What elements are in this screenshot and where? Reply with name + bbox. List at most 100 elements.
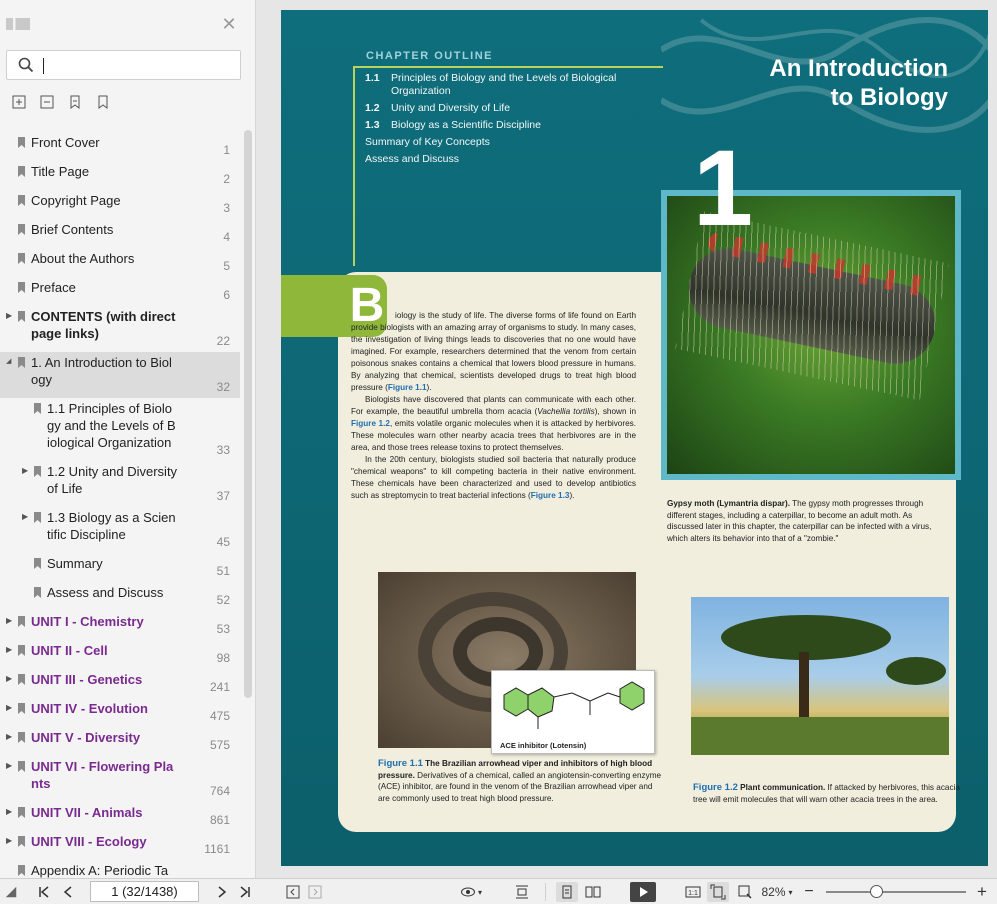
bookmark-page-number: 53 — [216, 622, 230, 636]
bookmark-item[interactable]: ▶ UNIT VI - Flowering Pla nts 764 — [0, 756, 240, 802]
bookmark-page-number: 98 — [216, 651, 230, 665]
corner-resize-icon[interactable] — [4, 882, 18, 902]
bookmark-item[interactable]: Appendix A: Periodic Ta — [0, 860, 240, 878]
app-logo-icon — [6, 18, 30, 30]
expand-arrow-icon[interactable]: ▶ — [6, 733, 14, 741]
expand-arrow-icon[interactable]: ▶ — [6, 704, 14, 712]
savanna-grass — [691, 717, 949, 755]
expand-arrow-icon[interactable]: ▶ — [22, 513, 30, 521]
first-page-icon[interactable] — [35, 882, 53, 902]
zoom-level-dropdown[interactable]: 82% ▾ — [757, 882, 797, 902]
zoom-in-button[interactable]: + — [974, 882, 990, 902]
expand-arrow-icon[interactable]: ▶ — [6, 762, 14, 770]
figure-1-1-link[interactable]: Figure 1.1 — [388, 383, 427, 392]
zoom-select-icon[interactable] — [735, 882, 755, 902]
zoom-slider-handle[interactable] — [870, 885, 884, 898]
bookmark-flag-icon — [34, 512, 41, 523]
two-page-icon[interactable] — [582, 882, 604, 902]
bookmark-item[interactable]: ▶ UNIT V - Diversity 575 — [0, 727, 240, 756]
outline-item: 1.3 Biology as a Scientific Discipline — [365, 119, 635, 132]
bookmark-item[interactable]: ◢ 1. An Introduction to Biol ogy 32 — [0, 352, 240, 398]
bookmark-item[interactable]: Copyright Page 3 — [0, 190, 240, 219]
bookmark-item[interactable]: ▶ 1.2 Unity and Diversity of Life 37 — [0, 461, 240, 507]
expand-arrow-icon[interactable]: ▶ — [6, 675, 14, 683]
bookmark-label: UNIT III - Genetics — [31, 672, 143, 687]
bookmark-item[interactable]: Brief Contents 4 — [0, 219, 240, 248]
fit-width-icon[interactable] — [512, 882, 532, 902]
bookmark-item[interactable]: About the Authors 5 — [0, 248, 240, 277]
back-view-icon[interactable] — [284, 882, 302, 902]
bookmark-label: 1.2 Unity and Diversity of Life — [47, 464, 178, 496]
collapse-all-icon[interactable] — [38, 93, 56, 111]
bookmark-flag-icon — [34, 403, 41, 414]
zoom-out-button[interactable]: − — [801, 882, 817, 902]
fit-page-icon[interactable] — [707, 882, 729, 902]
read-mode-icon[interactable]: ▾ — [456, 882, 486, 902]
figure-1-2-link[interactable]: Figure 1.2 — [351, 419, 390, 428]
ace-inhibitor-structure: ACE inhibitor (Lotensin) — [491, 670, 655, 754]
expand-arrow-icon[interactable]: ▶ — [6, 617, 14, 625]
zoom-slider-track[interactable] — [826, 891, 966, 893]
bookmark-icon[interactable] — [94, 93, 112, 111]
bookmark-item[interactable]: ▶ UNIT IV - Evolution 475 — [0, 698, 240, 727]
next-page-icon[interactable] — [213, 882, 231, 902]
bookmark-flag-icon — [34, 587, 41, 598]
expand-arrow-icon[interactable]: ▶ — [6, 646, 14, 654]
single-page-icon[interactable] — [556, 882, 578, 902]
outline-item-number: 1.1 — [365, 72, 380, 84]
bookmark-label: CONTENTS (with direct page links) — [31, 309, 176, 341]
ace-inhibitor-label: ACE inhibitor (Lotensin) — [500, 741, 587, 750]
bookmark-item[interactable]: Summary 51 — [0, 553, 240, 582]
expand-arrow-icon[interactable]: ▶ — [22, 467, 30, 475]
bookmark-item[interactable]: ▶ UNIT VII - Animals 861 — [0, 802, 240, 831]
sidebar-scrollbar[interactable] — [244, 130, 252, 698]
bookmark-item[interactable]: Front Cover 1 — [0, 132, 240, 161]
bookmark-item[interactable]: ▶ 1.3 Biology as a Scien tific Discipline 4… — [0, 507, 240, 553]
moth-caption-title: Gypsy moth (Lymantria dispar). — [667, 499, 790, 508]
bookmark-item[interactable]: Preface 6 — [0, 277, 240, 306]
last-page-icon[interactable] — [236, 882, 254, 902]
outline-item-text: Unity and Diversity of Life — [391, 102, 511, 114]
slideshow-play-icon[interactable] — [630, 882, 656, 902]
bookmark-label: Copyright Page — [31, 193, 121, 208]
bookmark-item[interactable]: 1.1 Principles of Biolo gy and the Levels… — [0, 398, 240, 461]
chapter-outline-heading: CHAPTER OUTLINE — [366, 50, 493, 62]
page-number-input[interactable]: 1 (32/1438) — [90, 881, 199, 902]
bookmark-label: UNIT I - Chemistry — [31, 614, 144, 629]
previous-page-icon[interactable] — [59, 882, 77, 902]
bookmark-flag-icon — [18, 253, 25, 264]
expand-all-icon[interactable] — [10, 93, 28, 111]
bookmark-item[interactable]: ▶ UNIT VIII - Ecology 1161 — [0, 831, 240, 860]
forward-view-icon[interactable] — [306, 882, 324, 902]
bookmark-label: Assess and Discuss — [47, 585, 164, 600]
svg-text:1:1: 1:1 — [688, 890, 698, 897]
moth-caption: Gypsy moth (Lymantria dispar). The gypsy… — [667, 498, 942, 544]
bookmark-flag-icon — [18, 761, 25, 772]
outline-item: 1.2 Unity and Diversity of Life — [365, 102, 635, 115]
chevron-down-icon: ▾ — [788, 887, 793, 897]
outline-item-text: Biology as a Scientific Discipline — [391, 119, 541, 131]
collapse-arrow-icon[interactable]: ◢ — [6, 358, 14, 366]
bookmark-item[interactable]: ▶ CONTENTS (with direct page links) 22 — [0, 306, 240, 352]
bookmark-item[interactable]: ▶ UNIT II - Cell 98 — [0, 640, 240, 669]
document-viewer[interactable]: CHAPTER OUTLINE 1.1 Principles of Biology… — [256, 0, 997, 878]
expand-arrow-icon[interactable]: ▶ — [6, 837, 14, 845]
figure-1-1-text: Derivatives of a chemical, called an ang… — [378, 770, 662, 803]
actual-size-icon[interactable]: 1:1 — [684, 882, 702, 902]
bookmark-item[interactable]: ▶ UNIT III - Genetics 241 — [0, 669, 240, 698]
search-input[interactable] — [6, 50, 241, 80]
add-bookmark-icon[interactable] — [66, 93, 84, 111]
close-sidebar-icon[interactable]: ✕ — [220, 15, 238, 33]
bookmark-flag-icon — [18, 311, 25, 322]
expand-arrow-icon[interactable]: ▶ — [6, 312, 14, 320]
expand-arrow-icon[interactable]: ▶ — [6, 808, 14, 816]
chapter-title-line1: An Introduction — [769, 55, 948, 82]
bookmark-label: Appendix A: Periodic Ta — [31, 863, 169, 878]
sidebar-toolbar — [10, 93, 112, 113]
bookmark-item[interactable]: Assess and Discuss 52 — [0, 582, 240, 611]
paragraph-3: In the 20th century, biologists studied … — [351, 454, 636, 502]
figure-1-3-link[interactable]: Figure 1.3 — [531, 491, 570, 500]
bookmark-item[interactable]: ▶ UNIT I - Chemistry 53 — [0, 611, 240, 640]
bookmark-label: 1. An Introduction to Biol ogy — [31, 355, 172, 387]
bookmark-item[interactable]: Title Page 2 — [0, 161, 240, 190]
